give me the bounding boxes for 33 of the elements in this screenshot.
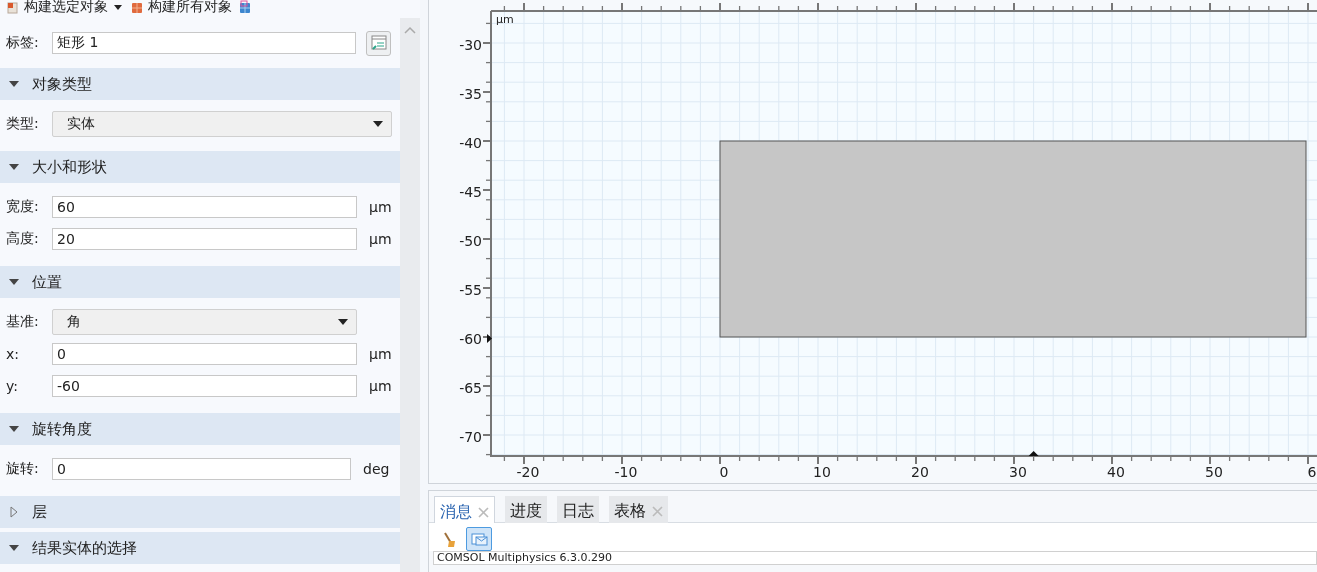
y-tick-label: -60 bbox=[459, 331, 482, 347]
field-label: 标签: bbox=[6, 34, 40, 52]
x-tick-label: 10 bbox=[813, 464, 831, 480]
y-tick-label: -45 bbox=[459, 184, 482, 200]
x-tick-label: 50 bbox=[1205, 464, 1223, 480]
unit-label: µm bbox=[369, 378, 392, 394]
field-label: 基准: bbox=[6, 313, 40, 331]
x-tick-label: 30 bbox=[1009, 464, 1027, 480]
y-tick-label: -40 bbox=[459, 135, 482, 151]
unit-label: µm bbox=[496, 13, 514, 26]
x-tick-label: -20 bbox=[516, 464, 540, 480]
y-tick-label: -35 bbox=[459, 86, 482, 102]
x-tick-label: 0 bbox=[719, 464, 729, 480]
field-label: 宽度: bbox=[6, 198, 40, 216]
unit-label: µm bbox=[369, 346, 392, 362]
field-label: 旋转: bbox=[6, 460, 40, 478]
field-label: 类型: bbox=[6, 115, 40, 133]
x-tick-label: 20 bbox=[911, 464, 929, 480]
field-label: y: bbox=[6, 378, 19, 394]
x-tick-label: 6 bbox=[1307, 464, 1317, 480]
x-tick-label: 40 bbox=[1107, 464, 1125, 480]
y-tick-label: -50 bbox=[459, 233, 482, 249]
unit-label: deg bbox=[363, 461, 390, 477]
field-label: 高度: bbox=[6, 230, 40, 248]
field-label: x: bbox=[6, 346, 20, 362]
y-tick-label: -70 bbox=[459, 429, 482, 445]
unit-label: µm bbox=[369, 199, 392, 215]
log-text: COMSOL Multiphysics 6.3.0.290 bbox=[433, 551, 1317, 565]
y-tick-label: -55 bbox=[459, 282, 482, 298]
y-tick-label: -65 bbox=[459, 380, 482, 396]
y-tick-label: -30 bbox=[459, 37, 482, 53]
x-tick-label: -10 bbox=[614, 464, 638, 480]
unit-label: µm bbox=[369, 231, 392, 247]
